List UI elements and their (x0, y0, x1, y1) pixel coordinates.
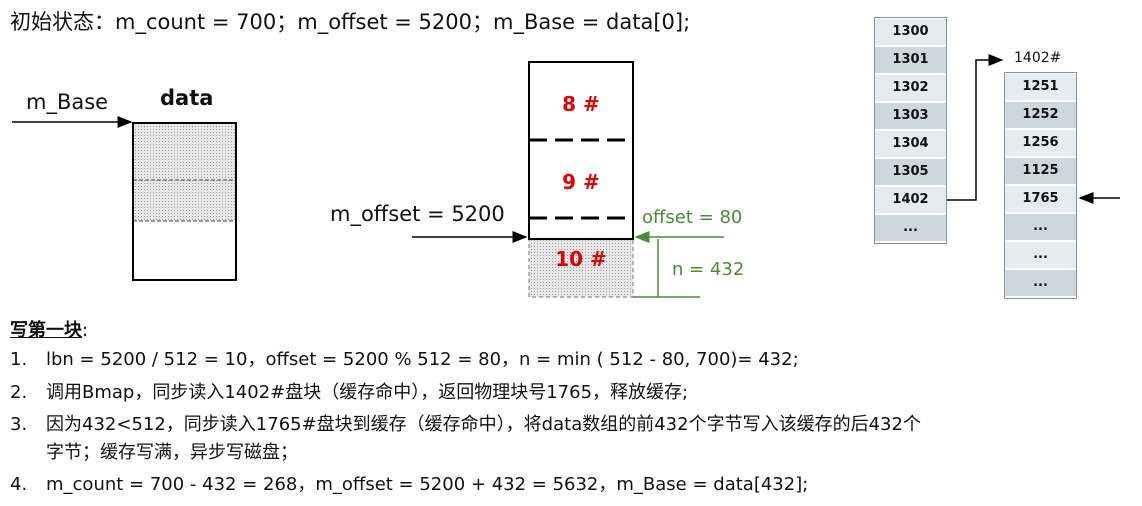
section-title: 写第一块: (10, 320, 89, 341)
block-9: 9 # (562, 170, 600, 194)
block-cell: ... (1005, 269, 1076, 296)
data-buffer (132, 122, 237, 281)
block-1402-title: 1402# (1014, 50, 1062, 66)
step-3: 3. 因为432<512，同步读入1765#盘块到缓存（缓存命中），将data数组… (10, 414, 921, 435)
block-labels: 8 # 9 # 10 # (529, 62, 633, 297)
m-offset-label: m_offset = 5200 (330, 202, 505, 226)
block-10: 10 # (555, 247, 607, 271)
initial-state: 初始状态：m_count = 700；m_offset = 5200；m_Bas… (10, 10, 691, 34)
index-cell: ... (875, 214, 946, 241)
index-cell: 1300 (875, 18, 946, 45)
block-8: 8 # (562, 92, 600, 116)
step-1: 1. lbn = 5200 / 512 = 10，offset = 5200 % … (10, 349, 799, 370)
offset-label: offset = 80 (642, 207, 743, 228)
index-cell: 1304 (875, 130, 946, 157)
block-cell: 1256 (1005, 129, 1076, 156)
step-3-cont: 字节；缓存写满，异步写磁盘； (46, 442, 298, 463)
index-cell: 1402 (875, 186, 946, 213)
index-cell: 1302 (875, 74, 946, 101)
index-table: 1300 1301 1302 1303 1304 1305 1402 ... (874, 17, 947, 244)
n-label: n = 432 (672, 259, 745, 280)
index-cell: 1303 (875, 102, 946, 129)
step-4: 4. m_count = 700 - 432 = 268，m_offset = 5… (10, 474, 809, 495)
data-title: data (160, 86, 214, 110)
index-cell: 1301 (875, 46, 946, 73)
index-cell: 1305 (875, 158, 946, 185)
block-cell: ... (1005, 241, 1076, 268)
block-cell: 1252 (1005, 101, 1076, 128)
block-1402-table: 1251 1252 1256 1125 1765 ... ... ... (1004, 72, 1077, 299)
block-cell: 1765 (1005, 185, 1076, 212)
m-base-label: m_Base (26, 90, 109, 114)
block-cell: ... (1005, 213, 1076, 240)
step-2: 2. 调用Bmap，同步读入1402#盘块（缓存命中），返回物理块号1765，释放… (10, 382, 689, 403)
index-link (946, 54, 1004, 201)
block-cell: 1251 (1005, 73, 1076, 100)
block-cell: 1125 (1005, 157, 1076, 184)
